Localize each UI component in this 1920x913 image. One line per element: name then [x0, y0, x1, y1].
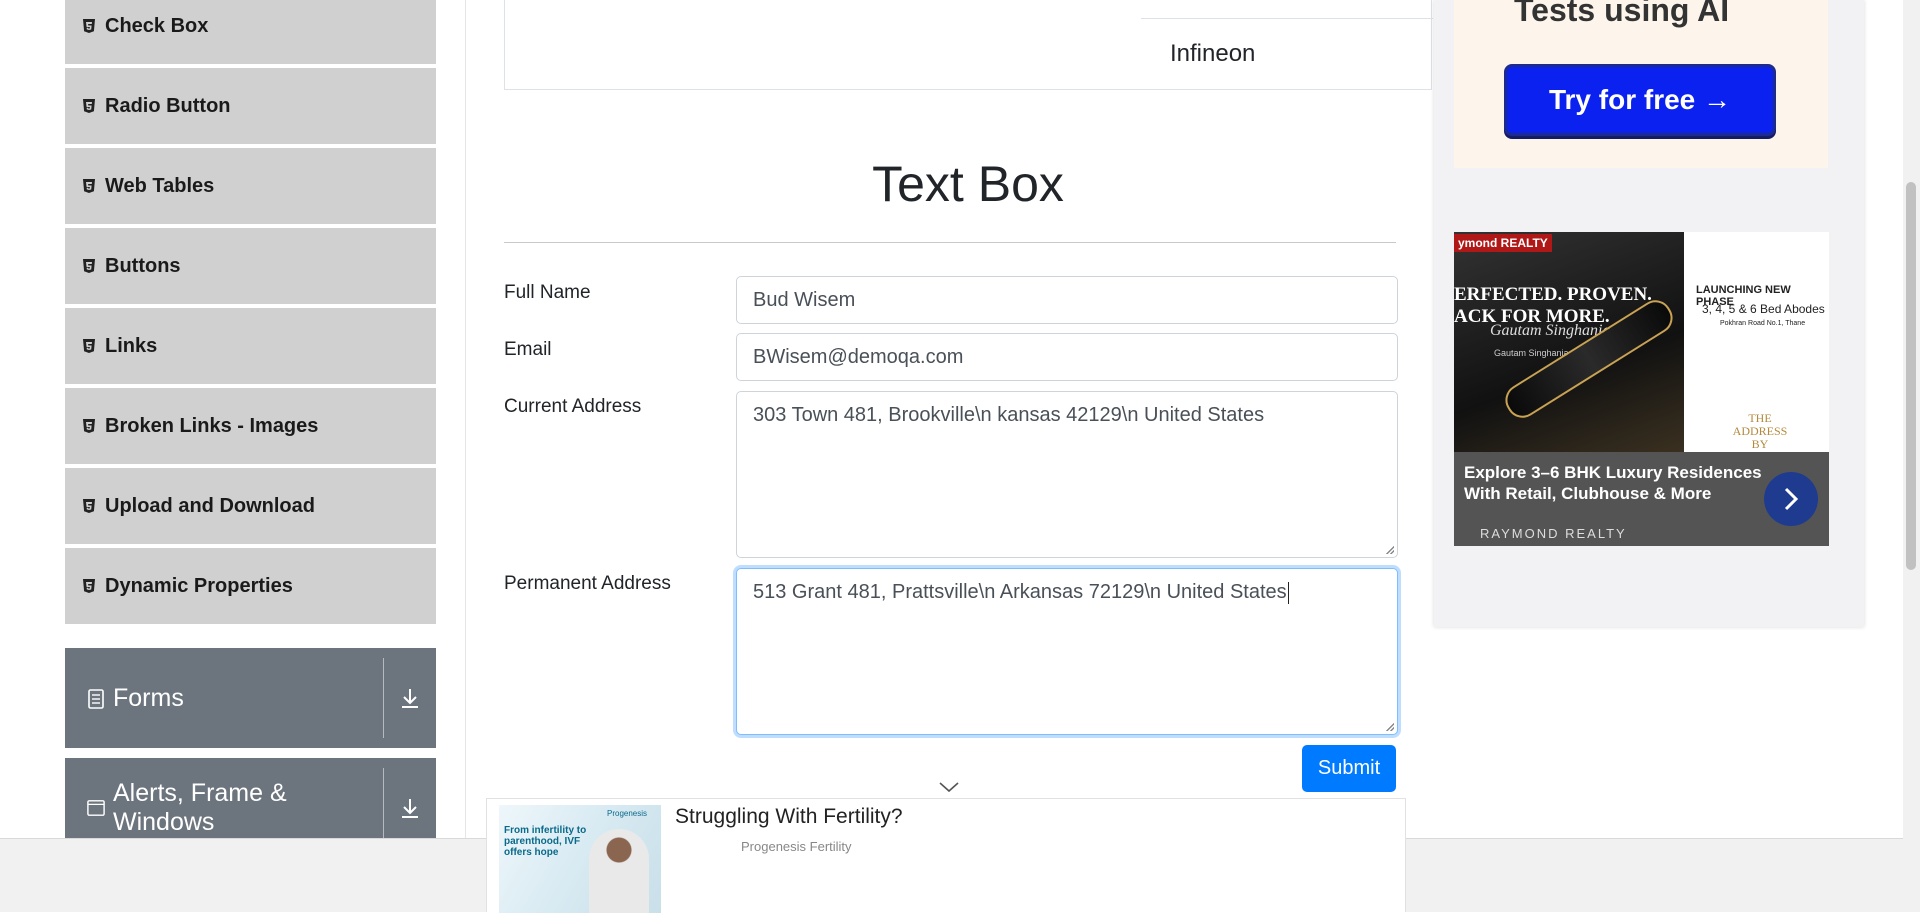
sidebar-item-label: Broken Links - Images	[105, 414, 319, 437]
ad-owner: Gautam Singhania	[1494, 348, 1569, 358]
ad-title[interactable]: Struggling With Fertility?	[675, 805, 903, 829]
scrollbar-thumb[interactable]	[1906, 182, 1916, 570]
title-divider	[504, 242, 1396, 243]
email-label: Email	[504, 339, 552, 360]
ad-tagline-line: ERFECTED. PROVEN.	[1454, 284, 1652, 305]
ad-image-text: From infertility to parenthood, IVF offers…	[504, 825, 586, 858]
table-row-divider	[1141, 18, 1433, 19]
sidebar-item-label: Upload and Download	[105, 494, 315, 517]
person-image	[589, 829, 649, 913]
ad-brand: ymond REALTY	[1454, 234, 1552, 252]
ad-logo: Progenesis	[607, 809, 648, 818]
full-name-input[interactable]: Bud Wisem	[736, 276, 1398, 324]
html5-icon	[82, 179, 96, 193]
document-icon	[87, 689, 105, 709]
download-arrow-icon[interactable]	[384, 687, 436, 709]
ad-caption: Explore 3–6 BHK Luxury Residences With R…	[1464, 463, 1762, 503]
sidebar-item-radio-button[interactable]: Radio Button	[65, 68, 436, 146]
html5-icon	[82, 579, 96, 593]
sidebar-item-label: Check Box	[105, 14, 209, 37]
html5-icon	[82, 499, 96, 513]
ad-image-line: From infertility to	[504, 825, 587, 836]
sidebar-group-forms[interactable]: Forms	[65, 648, 436, 748]
ad-launch-panel: LAUNCHING NEW PHASE 3, 4, 5 & 6 Bed Abod…	[1684, 232, 1829, 464]
ad-caption-bar: Explore 3–6 BHK Luxury Residences With R…	[1454, 452, 1829, 546]
ad-advertiser: Progenesis Fertility	[741, 839, 852, 854]
page-title: Text Box	[872, 156, 1064, 212]
chevron-right-icon[interactable]	[1764, 472, 1818, 526]
sidebar-item-label: Dynamic Properties	[105, 574, 293, 597]
ad-column: Tests using AI Try for free → ymond REAL…	[1434, 0, 1864, 627]
ad-realty[interactable]: ymond REALTY ERFECTED. PROVEN. ACK FOR MO…	[1454, 232, 1829, 546]
table-fragment: Infineon	[504, 0, 1433, 90]
current-address-label: Current Address	[504, 396, 642, 417]
elements-menu-list: Check Box Radio Button Web Tables Button…	[65, 0, 436, 628]
ad-location-text: Pokhran Road No.1, Thane	[1720, 320, 1806, 327]
email-input[interactable]: BWisem@demoqa.com	[736, 333, 1398, 381]
ad-pen-image: ymond REALTY ERFECTED. PROVEN. ACK FOR MO…	[1454, 232, 1684, 452]
ad-headline: Tests using AI	[1514, 0, 1730, 28]
current-address-value: 303 Town 481, Brookville\n kansas 42129\…	[753, 404, 1265, 426]
download-arrow-icon[interactable]	[384, 797, 436, 819]
html5-icon	[82, 99, 96, 113]
permanent-address-label: Permanent Address	[504, 573, 671, 594]
sidebar-item-broken-links[interactable]: Broken Links - Images	[65, 388, 436, 466]
permanent-address-value: 513 Grant 481, Prattsville\n Arkansas 72…	[753, 581, 1287, 603]
sidebar-item-label: Web Tables	[105, 174, 215, 197]
chevron-down-icon[interactable]	[938, 780, 960, 798]
bottom-ad[interactable]: Progenesis From infertility to parenthood…	[486, 798, 1406, 913]
main-content: Infineon Text Box Full Name Bud Wisem Em…	[466, 0, 1433, 840]
sidebar-item-label: Radio Button	[105, 94, 231, 117]
group-label: Alerts, Frame & Windows	[113, 779, 287, 836]
sidebar: Check Box Radio Button Web Tables Button…	[0, 0, 466, 858]
try-for-free-button[interactable]: Try for free →	[1504, 64, 1776, 136]
ad-family-image: Progenesis From infertility to parenthood…	[499, 805, 661, 913]
sidebar-item-check-box[interactable]: Check Box	[65, 0, 436, 66]
html5-icon	[82, 339, 96, 353]
text-caret	[1287, 581, 1289, 604]
ad-try-free[interactable]: Tests using AI Try for free →	[1454, 0, 1828, 168]
html5-icon	[82, 259, 96, 273]
full-name-label: Full Name	[504, 282, 591, 303]
resize-handle-icon[interactable]	[1386, 546, 1394, 554]
ad-image-line: offers hope	[504, 847, 559, 858]
ad-beds-text: 3, 4, 5 & 6 Bed Abodes	[1702, 302, 1825, 316]
group-label: Forms	[113, 683, 184, 712]
table-cell: Infineon	[1170, 40, 1256, 67]
ad-image-line: parenthood, IVF	[504, 836, 581, 847]
sidebar-item-links[interactable]: Links	[65, 308, 436, 386]
sidebar-item-upload-download[interactable]: Upload and Download	[65, 468, 436, 546]
ad-company: RAYMOND REALTY	[1480, 526, 1627, 541]
html5-icon	[82, 419, 96, 433]
permanent-address-textarea[interactable]: 513 Grant 481, Prattsville\n Arkansas 72…	[736, 568, 1398, 735]
sidebar-item-dynamic-properties[interactable]: Dynamic Properties	[65, 548, 436, 626]
sidebar-item-label: Buttons	[105, 254, 181, 277]
ad-logo-line: THE ADDRESS	[1732, 411, 1788, 438]
sidebar-item-web-tables[interactable]: Web Tables	[65, 148, 436, 226]
submit-button[interactable]: Submit	[1302, 745, 1396, 792]
sidebar-item-label: Links	[105, 334, 158, 357]
resize-handle-icon[interactable]	[1386, 723, 1394, 731]
window-icon	[87, 799, 105, 817]
html5-icon	[82, 19, 96, 33]
current-address-textarea[interactable]: 303 Town 481, Brookville\n kansas 42129\…	[736, 391, 1398, 558]
sidebar-item-buttons[interactable]: Buttons	[65, 228, 436, 306]
